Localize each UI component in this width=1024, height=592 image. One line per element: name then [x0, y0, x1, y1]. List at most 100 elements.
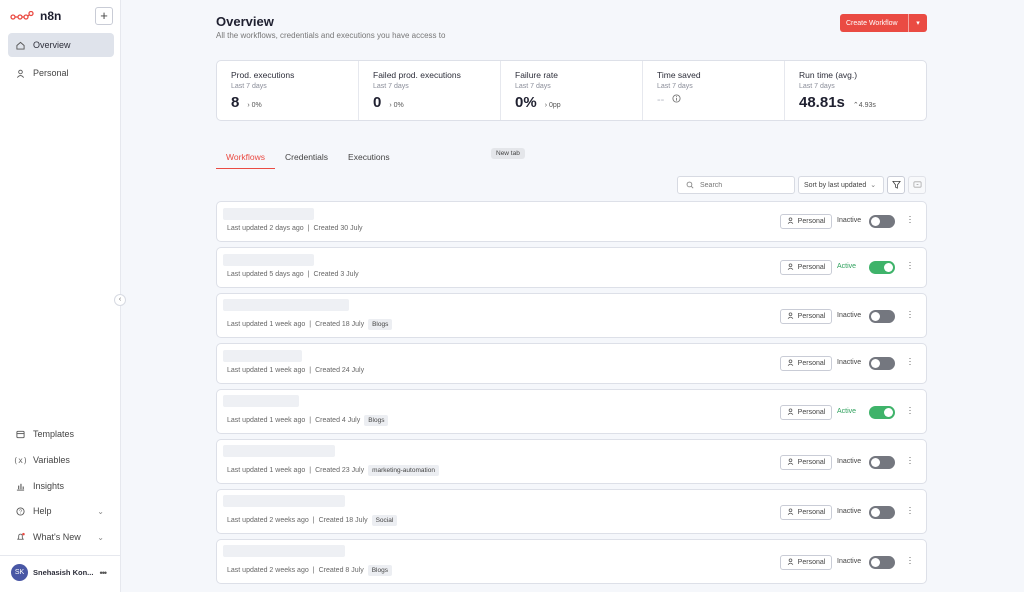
created-date: Created 8 July: [318, 567, 364, 574]
chevron-down-icon: ⌄: [97, 532, 104, 542]
workflow-name-placeholder[interactable]: [223, 350, 302, 362]
search-input[interactable]: [700, 181, 780, 189]
workflow-card[interactable]: Last updated 2 weeks ago | Created 18 July…: [216, 489, 927, 534]
workflow-card[interactable]: Last updated 1 week ago | Created 18 July B…: [216, 293, 927, 338]
active-toggle[interactable]: [869, 261, 895, 274]
sidebar-item-help[interactable]: ? Help ⌄: [8, 500, 114, 522]
workflow-tag[interactable]: marketing-automation: [368, 465, 439, 476]
stat-time-saved[interactable]: Time saved Last 7 days --: [643, 61, 785, 120]
active-toggle[interactable]: [869, 310, 895, 323]
owner-badge[interactable]: Personal: [780, 555, 832, 570]
workflow-name-placeholder[interactable]: [223, 254, 314, 266]
more-options-icon[interactable]: · · ·: [907, 503, 913, 518]
trend-flat-icon: ›: [247, 102, 250, 109]
info-icon[interactable]: [672, 94, 681, 105]
active-toggle[interactable]: [869, 456, 895, 469]
workflow-name-placeholder[interactable]: [223, 299, 349, 311]
tab-executions[interactable]: Executions: [338, 152, 400, 169]
toggle-knob: [884, 263, 893, 272]
owner-label: Personal: [797, 459, 826, 466]
owner-badge[interactable]: Personal: [780, 260, 832, 275]
help-icon: ?: [16, 506, 25, 516]
templates-icon: [16, 430, 25, 439]
workflow-tag[interactable]: Social: [371, 515, 398, 526]
stat-failure-rate[interactable]: Failure rate Last 7 days 0% › 0pp: [501, 61, 643, 120]
workflow-card[interactable]: Last updated 1 week ago | Created 24 July …: [216, 343, 927, 384]
workflow-card[interactable]: Last updated 2 days ago | Created 30 July …: [216, 201, 927, 242]
more-options-icon[interactable]: · · ·: [907, 212, 913, 227]
created-date: Created 18 July: [318, 517, 368, 524]
tab-credentials[interactable]: Credentials: [275, 152, 338, 169]
workflow-meta: Last updated 5 days ago | Created 3 July: [227, 271, 359, 278]
active-toggle[interactable]: [869, 215, 895, 228]
workflow-card[interactable]: Last updated 2 weeks ago | Created 8 July B…: [216, 539, 927, 584]
active-toggle[interactable]: [869, 506, 895, 519]
sort-select[interactable]: Sort by last updated ⌄: [798, 176, 884, 194]
tab-workflows[interactable]: Workflows: [216, 152, 276, 169]
search-box[interactable]: [677, 176, 795, 194]
workflow-card[interactable]: Last updated 1 week ago | Created 23 July m…: [216, 439, 927, 484]
sidebar-item-personal[interactable]: Personal: [8, 61, 114, 85]
more-options-icon[interactable]: · · ·: [907, 403, 913, 418]
trend-flat-icon: ›: [544, 102, 548, 109]
last-updated: Last updated 2 weeks ago: [227, 517, 309, 524]
user-menu[interactable]: SK Snehasish Kon... •••: [0, 555, 120, 589]
stat-period: Last 7 days: [231, 83, 267, 90]
more-options-icon[interactable]: · · ·: [907, 354, 913, 369]
stat-label: Time saved: [657, 70, 701, 80]
view-toggle-button[interactable]: [908, 176, 926, 194]
create-workflow-label: Create Workflow: [846, 19, 898, 27]
workflow-card[interactable]: Last updated 5 days ago | Created 3 July P…: [216, 247, 927, 288]
add-button[interactable]: +: [95, 7, 113, 25]
create-workflow-button[interactable]: Create Workflow ▾: [840, 14, 927, 32]
stat-prod-executions[interactable]: Prod. executions Last 7 days 8 › 0%: [217, 61, 359, 120]
active-toggle[interactable]: [869, 406, 895, 419]
stat-run-time[interactable]: Run time (avg.) Last 7 days 48.81s ⌃4.93…: [785, 61, 926, 120]
owner-label: Personal: [797, 264, 826, 271]
more-options-icon[interactable]: · · ·: [907, 453, 913, 468]
status-label: Inactive: [837, 458, 862, 465]
status-label: Inactive: [837, 217, 862, 224]
more-icon[interactable]: •••: [100, 568, 108, 578]
owner-badge[interactable]: Personal: [780, 405, 832, 420]
archive-icon: [912, 176, 922, 194]
user-icon: [787, 263, 794, 272]
filter-button[interactable]: [887, 176, 905, 194]
owner-badge[interactable]: Personal: [780, 505, 832, 520]
workflow-name-placeholder[interactable]: [223, 495, 345, 507]
owner-badge[interactable]: Personal: [780, 214, 832, 229]
workflow-name-placeholder[interactable]: [223, 545, 345, 557]
sidebar-item-whats-new[interactable]: What's New ⌄: [8, 526, 114, 548]
new-tab-tooltip: New tab: [491, 148, 525, 159]
user-icon: [787, 217, 794, 226]
bell-icon: [16, 532, 25, 542]
status-label: Inactive: [837, 558, 862, 565]
sidebar-item-variables[interactable]: (x) Variables: [8, 449, 114, 471]
sidebar-item-insights[interactable]: Insights: [8, 475, 114, 497]
owner-badge[interactable]: Personal: [780, 309, 832, 324]
workflow-tag[interactable]: Blogs: [367, 565, 392, 576]
more-options-icon[interactable]: · · ·: [907, 258, 913, 273]
chevron-down-icon[interactable]: ▾: [908, 14, 927, 32]
workflow-name-placeholder[interactable]: [223, 208, 314, 220]
active-toggle[interactable]: [869, 357, 895, 370]
sidebar-item-templates[interactable]: Templates: [8, 423, 114, 445]
owner-label: Personal: [797, 313, 826, 320]
workflow-name-placeholder[interactable]: [223, 395, 299, 407]
n8n-logo[interactable]: n8n: [10, 9, 61, 23]
active-toggle[interactable]: [869, 556, 895, 569]
stat-failed-executions[interactable]: Failed prod. executions Last 7 days 0 › …: [359, 61, 501, 120]
workflow-card[interactable]: Last updated 1 week ago | Created 4 July Bl…: [216, 389, 927, 434]
more-options-icon[interactable]: · · ·: [907, 307, 913, 322]
more-options-icon[interactable]: · · ·: [907, 553, 913, 568]
owner-badge[interactable]: Personal: [780, 455, 832, 470]
workflow-tag[interactable]: Blogs: [368, 319, 393, 330]
toggle-knob: [871, 458, 880, 467]
sidebar-item-label: Templates: [33, 429, 75, 439]
owner-badge[interactable]: Personal: [780, 356, 832, 371]
sidebar-item-overview[interactable]: Overview: [8, 33, 114, 57]
workflow-tag[interactable]: Blogs: [364, 415, 389, 426]
stat-period: Last 7 days: [799, 83, 835, 90]
stat-value: --: [657, 94, 665, 106]
workflow-name-placeholder[interactable]: [223, 445, 335, 457]
